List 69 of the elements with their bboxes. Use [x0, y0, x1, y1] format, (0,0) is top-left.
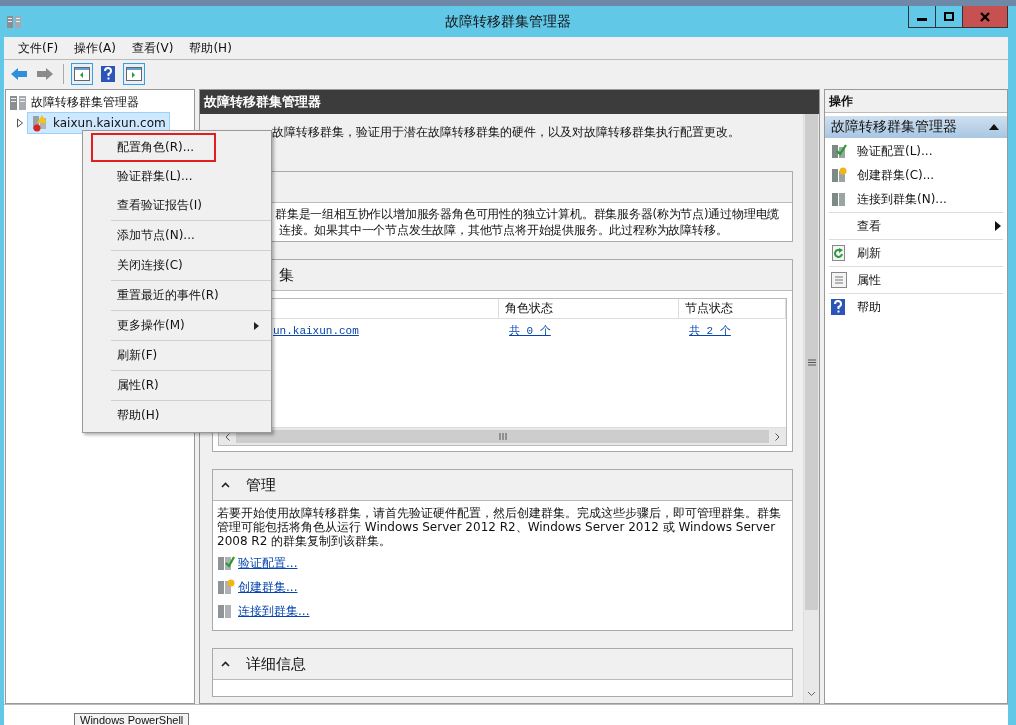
server-icon — [831, 191, 847, 207]
menu-item[interactable]: 帮助(H) — [181, 39, 240, 57]
action-link[interactable]: 验证配置... — [238, 554, 298, 572]
action-item[interactable]: 帮助 — [829, 295, 1003, 319]
server-check-icon — [217, 554, 235, 572]
properties-icon — [831, 272, 847, 288]
collapse-caret-icon[interactable] — [221, 482, 230, 488]
action-item[interactable]: 属性 — [829, 268, 1003, 292]
nodes-link[interactable]: 共 2 个 — [689, 324, 731, 337]
description-text: 群集是一组相互协作以增加服务器角色可用性的独立计算机。群集服务器(称为节点)通过物理电缆 — [274, 206, 781, 222]
minimize-icon — [917, 18, 927, 21]
tooltip: Windows PowerShell — [74, 713, 190, 725]
menu-item[interactable]: 关闭连接(C) — [91, 251, 271, 280]
action-item[interactable]: 创建群集(C)... — [829, 163, 1003, 187]
menu-item[interactable]: 查看验证报告(I) — [91, 191, 271, 220]
action-pane-button[interactable] — [123, 62, 145, 85]
description-text: 连接。如果其中一个节点发生故障，其他节点将开始提供服务。此过程称为故障转移。 — [278, 222, 729, 238]
refresh-icon — [831, 245, 847, 261]
server-star-icon — [831, 167, 847, 183]
tree-item[interactable]: kaixun.kaixun.com — [27, 111, 170, 134]
panel-title: 故障转移群集管理器 — [200, 90, 819, 114]
grip-icon — [498, 433, 507, 440]
action-item[interactable]: 刷新 — [829, 241, 1003, 265]
column-header[interactable]: 角色状态 — [499, 299, 679, 318]
horizontal-scrollbar[interactable] — [219, 427, 786, 445]
roles-link[interactable]: 共 0 个 — [509, 324, 551, 337]
collapse-triangle-icon[interactable] — [989, 124, 999, 130]
menu-item[interactable]: 配置角色(R)... — [91, 133, 216, 162]
column-header[interactable]: 节点状态 — [679, 299, 786, 318]
server-star-icon — [217, 578, 235, 596]
action-item[interactable]: 验证配置(L)... — [829, 139, 1003, 163]
menu-item[interactable]: 验证群集(L)... — [91, 162, 271, 191]
server-check-icon — [831, 143, 847, 159]
action-item[interactable]: 连接到群集(N)... — [829, 187, 1003, 211]
actions-group-header[interactable]: 故障转移群集管理器 — [825, 116, 1007, 138]
vertical-scrollbar[interactable] — [803, 114, 819, 703]
menu-item[interactable]: 操作(A) — [66, 39, 124, 57]
expand-arrow-icon[interactable] — [16, 117, 24, 128]
tree-item[interactable]: 故障转移群集管理器 — [31, 94, 139, 111]
window-title: 故障转移群集管理器 — [444, 13, 572, 31]
server-icon — [9, 94, 27, 111]
menu-item[interactable]: 更多操作(M) — [91, 311, 271, 340]
maximize-icon — [943, 11, 955, 22]
actions-header: 操作 — [825, 90, 1007, 113]
section-title: 集 — [279, 265, 294, 285]
cluster-icon — [6, 13, 22, 30]
close-icon — [979, 11, 991, 22]
cluster-link[interactable]: un.kaixun.com — [273, 325, 359, 337]
menu-item[interactable]: 重置最近的事件(R) — [91, 281, 271, 310]
cluster-warning-icon — [31, 113, 49, 132]
minimize-button[interactable] — [908, 6, 936, 28]
grip-icon — [807, 358, 816, 366]
menu-item[interactable]: 刷新(F) — [91, 341, 271, 370]
menu-item[interactable]: 属性(R) — [91, 371, 271, 400]
menu-item[interactable]: 查看(V) — [123, 39, 182, 57]
management-text: 若要开始使用故障转移群集，请首先验证硬件配置，然后创建群集。完成这些步骤后，即可管理群集。群集管理可能包括将角色从运行 Windows Server 2012 R2、Windows Server 2012 或 Windows Server 2008 R2 的群集复制到该群集。 — [217, 506, 782, 548]
action-link[interactable]: 创建群集... — [238, 578, 298, 596]
console-tree-button[interactable] — [71, 62, 93, 85]
menu-item[interactable]: 添加节点(N)... — [91, 221, 271, 250]
help-icon — [831, 299, 845, 315]
menu-item[interactable]: 文件(F) — [10, 39, 67, 57]
intro-text: 故障转移群集，验证用于潜在故障转移群集的硬件，以及对故障转移群集执行配置更改。 — [271, 124, 741, 141]
menu-item[interactable]: 帮助(H) — [91, 401, 271, 430]
collapse-caret-icon[interactable] — [221, 661, 230, 667]
action-link[interactable]: 连接到群集... — [238, 602, 310, 620]
action-item[interactable]: 查看 — [829, 214, 1003, 238]
section-title: 管理 — [246, 475, 276, 495]
section-title: 详细信息 — [246, 654, 306, 674]
close-button[interactable] — [962, 6, 1008, 28]
